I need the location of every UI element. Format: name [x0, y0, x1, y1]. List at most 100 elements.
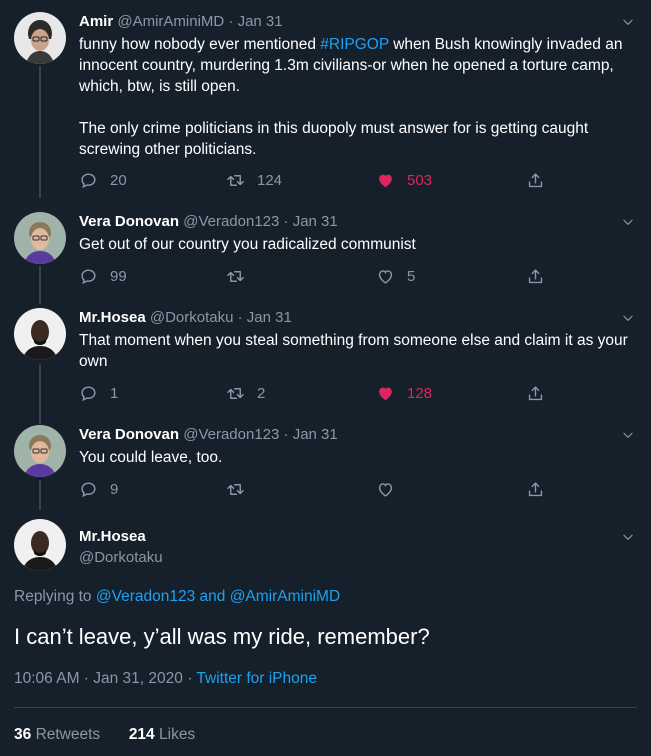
reply-icon — [79, 480, 98, 499]
replying-and[interactable]: and — [195, 588, 229, 605]
like-count: 503 — [407, 171, 433, 189]
reply-button[interactable]: 99 — [79, 266, 127, 286]
chevron-down-icon[interactable] — [621, 530, 635, 544]
share-icon — [526, 384, 545, 403]
retweet-icon — [226, 384, 245, 403]
tweet-time[interactable]: 10:06 AM · Jan 31, 2020 · — [14, 670, 196, 687]
like-button[interactable]: 503 — [376, 170, 432, 190]
user-handle[interactable]: @Veradon123 — [183, 426, 279, 443]
replying-to: Replying to @Veradon123 and @AmirAminiMD — [14, 588, 340, 606]
chevron-down-icon[interactable] — [621, 15, 635, 29]
heart-icon — [376, 267, 395, 286]
retweet-count: 2 — [257, 384, 266, 402]
like-button[interactable]: 5 — [376, 266, 415, 286]
avatar[interactable] — [14, 212, 66, 264]
likes-label: Likes — [159, 726, 196, 743]
display-name[interactable]: Amir — [79, 13, 113, 30]
reply-count: 99 — [110, 267, 127, 285]
reply-button[interactable]: 9 — [79, 479, 118, 499]
tweet-actions: 20 124 503 — [79, 170, 559, 190]
share-button[interactable] — [526, 479, 545, 499]
reply-icon — [79, 384, 98, 403]
tweet-text-part: The only crime politicians in this duopo… — [79, 120, 589, 158]
chevron-down-icon[interactable] — [621, 311, 635, 325]
reply-button[interactable]: 20 — [79, 170, 127, 190]
retweets-stat[interactable]: 36 Retweets — [14, 726, 100, 743]
retweets-label: Retweets — [35, 726, 101, 743]
tweet-date[interactable]: · Jan 31 — [228, 13, 282, 30]
reply-count: 9 — [110, 480, 119, 498]
tweet-text: Get out of our country you radicalized c… — [79, 236, 416, 253]
retweet-icon — [226, 267, 245, 286]
like-button[interactable] — [376, 479, 395, 499]
chevron-down-icon[interactable] — [621, 428, 635, 442]
reply-count: 1 — [110, 384, 119, 402]
retweet-button[interactable]: 124 — [226, 170, 282, 190]
hashtag-link[interactable]: #RIPGOP — [320, 36, 389, 53]
tweet-date[interactable]: · Jan 31 — [284, 426, 338, 443]
likes-stat[interactable]: 214 Likes — [129, 726, 195, 743]
user-handle[interactable]: @Veradon123 — [183, 213, 279, 230]
heart-icon — [376, 171, 395, 190]
share-icon — [526, 480, 545, 499]
like-count: 5 — [407, 267, 416, 285]
retweet-button[interactable]: 2 — [226, 383, 265, 403]
likes-count: 214 — [128, 726, 155, 743]
tweet-text-part: funny how nobody ever mentioned — [79, 36, 321, 53]
tweet[interactable]: Vera Donovan @Veradon123 · Jan 31 Get ou… — [0, 212, 651, 302]
tweet-text: You could leave, too. — [79, 449, 223, 466]
tweet[interactable]: Amir @AmirAminiMD · Jan 31 funny how nob… — [0, 12, 651, 202]
reply-button[interactable]: 1 — [79, 383, 118, 403]
tweet[interactable]: Vera Donovan @Veradon123 · Jan 31 You co… — [0, 425, 651, 505]
replying-label: Replying to — [14, 588, 96, 605]
main-tweet-text: I can’t leave, y’all was my ride, rememb… — [14, 624, 430, 649]
heart-icon — [376, 480, 395, 499]
avatar[interactable] — [14, 425, 66, 477]
tweet-header: Mr.Hosea @Dorkotaku · Jan 31 — [79, 308, 292, 328]
reply-icon — [79, 171, 98, 190]
tweet-text: funny how nobody ever mentioned #RIPGOP … — [79, 34, 639, 160]
tweet-actions: 1 2 128 — [79, 383, 559, 403]
reply-count: 20 — [110, 171, 127, 189]
retweet-count: 124 — [257, 171, 283, 189]
tweet-timestamp: 10:06 AM · Jan 31, 2020 · Twitter for iP… — [14, 670, 317, 688]
display-name[interactable]: Mr.Hosea — [79, 309, 146, 326]
share-button[interactable] — [526, 266, 545, 286]
tweet-header: Vera Donovan @Veradon123 · Jan 31 — [79, 212, 338, 232]
tweet-text: That moment when you steal something fro… — [79, 332, 628, 370]
share-button[interactable] — [526, 170, 545, 190]
tweet-date[interactable]: · Jan 31 — [238, 309, 292, 326]
user-handle[interactable]: @Dorkotaku — [150, 309, 234, 326]
chevron-down-icon[interactable] — [621, 215, 635, 229]
display-name[interactable]: Vera Donovan — [79, 426, 179, 443]
tweet-header: Amir @AmirAminiMD · Jan 31 — [79, 12, 283, 32]
user-handle[interactable]: @Dorkotaku — [79, 549, 163, 566]
mention-link[interactable]: @Veradon123 — [96, 588, 195, 605]
mention-link[interactable]: @AmirAminiMD — [230, 588, 340, 605]
retweet-button[interactable] — [226, 479, 245, 499]
avatar[interactable] — [14, 12, 66, 64]
retweet-icon — [226, 480, 245, 499]
tweet-header: Vera Donovan @Veradon123 · Jan 31 — [79, 425, 338, 445]
like-count: 128 — [407, 384, 433, 402]
avatar[interactable] — [14, 519, 66, 571]
tweet-actions: 9 — [79, 479, 559, 499]
share-icon — [526, 267, 545, 286]
retweet-icon — [226, 171, 245, 190]
avatar[interactable] — [14, 308, 66, 360]
tweet-date[interactable]: · Jan 31 — [284, 213, 338, 230]
divider — [14, 707, 637, 708]
user-handle[interactable]: @AmirAminiMD — [117, 13, 224, 30]
share-button[interactable] — [526, 383, 545, 403]
share-icon — [526, 171, 545, 190]
client-link[interactable]: Twitter for iPhone — [196, 670, 317, 687]
tweet-actions: 99 5 — [79, 266, 559, 286]
display-name[interactable]: Mr.Hosea — [79, 528, 146, 545]
tweet[interactable]: Mr.Hosea @Dorkotaku · Jan 31 That moment… — [0, 308, 651, 418]
display-name[interactable]: Vera Donovan — [79, 213, 179, 230]
retweets-count: 36 — [14, 726, 32, 743]
tweet-stats: 36 Retweets 214 Likes — [14, 726, 195, 744]
retweet-button[interactable] — [226, 266, 245, 286]
like-button[interactable]: 128 — [376, 383, 432, 403]
heart-icon — [376, 384, 395, 403]
